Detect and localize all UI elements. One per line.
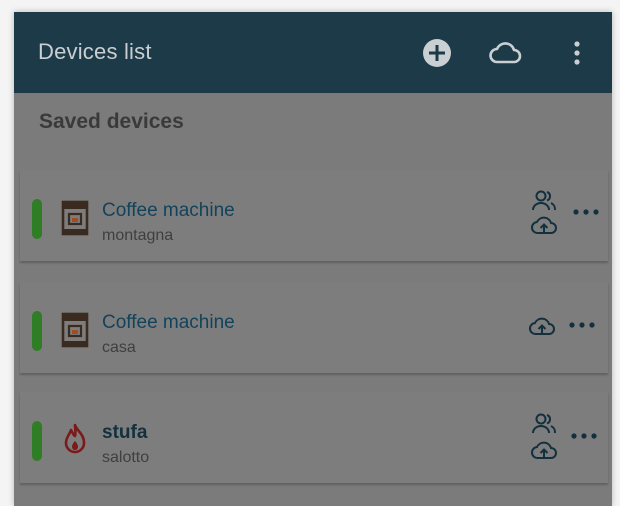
cloud-button[interactable] <box>488 36 522 70</box>
status-indicator <box>32 199 42 239</box>
coffee-machine-icon <box>61 200 89 236</box>
shared-users-icon[interactable] <box>530 189 558 213</box>
more-horizontal-icon[interactable] <box>570 431 598 441</box>
cloud-icon <box>489 42 522 64</box>
device-location: montagna <box>102 227 174 244</box>
device-location: casa <box>102 339 136 356</box>
flame-icon <box>64 423 86 454</box>
device-name: stufa <box>102 422 148 443</box>
app-screen: Devices list Saved devices Coffee machin… <box>14 12 612 506</box>
device-location: salotto <box>102 449 150 466</box>
cloud-upload-icon[interactable] <box>530 438 558 462</box>
status-indicator <box>32 311 42 351</box>
more-horizontal-icon[interactable] <box>568 320 596 330</box>
device-name: Coffee machine <box>102 312 235 333</box>
shared-users-icon[interactable] <box>530 412 558 436</box>
section-title: Saved devices <box>39 110 184 133</box>
add-device-button[interactable] <box>420 36 454 70</box>
overflow-menu-button[interactable] <box>560 36 594 70</box>
page-title: Devices list <box>38 39 152 64</box>
cloud-upload-icon[interactable] <box>528 314 556 338</box>
more-horizontal-icon[interactable] <box>572 207 600 217</box>
device-card[interactable]: Coffee machine montagna <box>20 170 608 261</box>
plus-circle-icon <box>423 39 451 67</box>
more-vertical-icon <box>574 41 580 65</box>
app-bar: Devices list <box>14 12 612 93</box>
status-indicator <box>32 421 42 461</box>
coffee-machine-icon <box>61 312 89 348</box>
device-card[interactable]: stufa salotto <box>20 392 608 483</box>
device-card[interactable]: Coffee machine casa <box>20 282 608 373</box>
cloud-upload-icon[interactable] <box>530 213 558 237</box>
device-name: Coffee machine <box>102 200 235 221</box>
